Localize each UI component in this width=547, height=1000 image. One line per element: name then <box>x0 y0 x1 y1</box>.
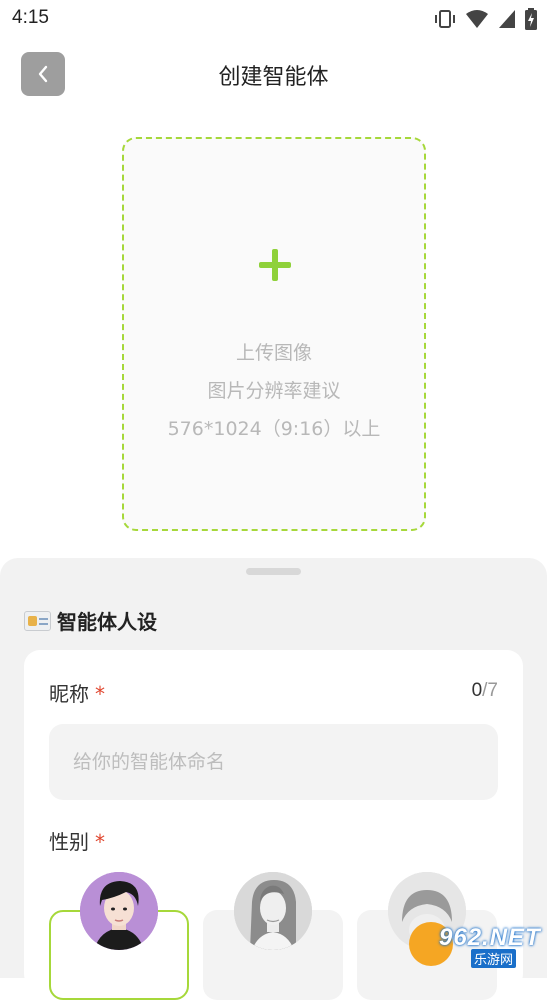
drag-handle[interactable] <box>246 568 301 575</box>
header: 创建智能体 <box>0 48 547 100</box>
female-avatar <box>234 872 312 950</box>
nickname-max: /7 <box>482 680 498 701</box>
male-avatar <box>80 872 158 950</box>
nickname-count: 0 <box>472 680 483 701</box>
id-card-icon <box>24 611 51 631</box>
status-time: 4:15 <box>12 7 49 29</box>
nickname-counter: 0/7 <box>472 680 498 702</box>
required-mark: * <box>95 682 105 706</box>
section-header: 智能体人设 <box>24 606 157 635</box>
gender-label-text: 性别 <box>49 830 89 854</box>
plus-icon <box>259 249 291 281</box>
battery-icon <box>525 8 537 30</box>
page-title: 创建智能体 <box>0 59 547 91</box>
status-bar: 4:15 <box>0 0 547 38</box>
status-icons <box>434 8 537 30</box>
vibrate-icon <box>434 9 456 29</box>
watermark-subtext: 乐游网 <box>471 949 516 968</box>
wifi-icon <box>465 9 489 29</box>
section-title: 智能体人设 <box>57 606 157 635</box>
gender-label: 性别* <box>49 826 105 855</box>
signal-icon <box>498 9 516 29</box>
nickname-label: 昵称* <box>49 678 105 707</box>
watermark-text: 962.NET <box>439 924 541 952</box>
upload-hint: 图片分辨率建议 <box>124 376 424 403</box>
nickname-label-text: 昵称 <box>49 682 89 706</box>
upload-resolution: 576*1024（9:16）以上 <box>124 414 424 441</box>
image-upload-area[interactable]: 上传图像 图片分辨率建议 576*1024（9:16）以上 <box>122 137 426 531</box>
required-mark: * <box>95 830 105 854</box>
upload-label: 上传图像 <box>124 338 424 365</box>
persona-sheet: 智能体人设 昵称* 0/7 性别* <box>0 558 547 978</box>
site-watermark: 962.NET 乐游网 <box>409 922 539 966</box>
nickname-input[interactable] <box>49 724 498 800</box>
